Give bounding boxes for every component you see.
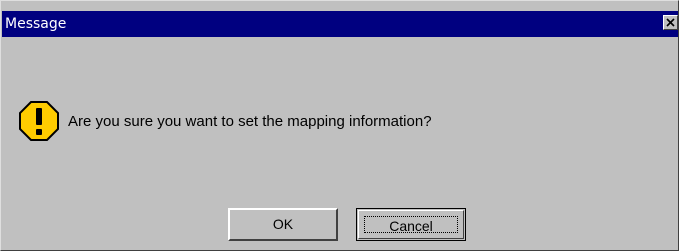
window-title: Message xyxy=(5,16,67,32)
close-button[interactable] xyxy=(663,15,678,30)
message-text: Are you sure you want to set the mapping… xyxy=(68,113,432,130)
message-dialog: Message Are you sure you want to set the… xyxy=(0,0,679,251)
title-bar[interactable]: Message xyxy=(2,11,678,37)
warning-icon xyxy=(18,100,60,142)
cancel-button-label: Cancel xyxy=(364,216,458,234)
dialog-body: Are you sure you want to set the mapping… xyxy=(2,38,678,250)
ok-button[interactable]: OK xyxy=(228,208,338,241)
close-icon xyxy=(666,18,675,27)
cancel-button[interactable]: Cancel xyxy=(356,208,466,241)
cancel-button-bevel: Cancel xyxy=(358,210,464,239)
